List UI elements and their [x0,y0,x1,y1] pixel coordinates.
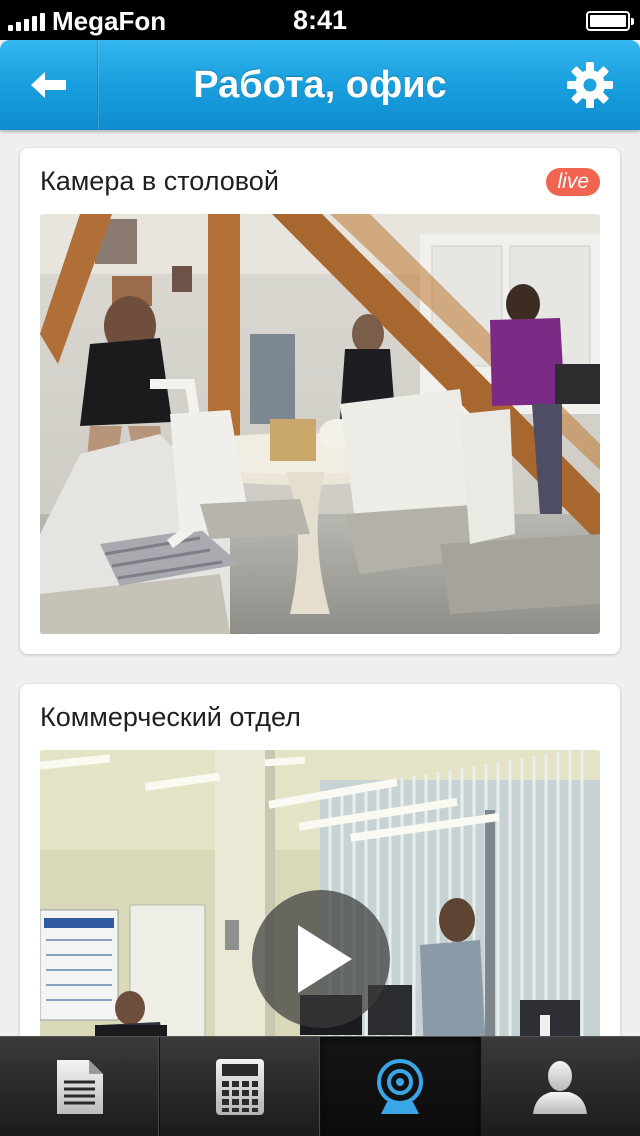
canteen-video-image [40,214,600,634]
status-bar: MegaFon 8:41 [0,0,640,40]
camera-card-commercial[interactable]: Коммерческий отдел [20,684,620,1036]
arrow-left-icon [31,72,66,98]
camera-feed-commercial[interactable] [40,750,600,1036]
camera-title: Камера в столовой [40,166,279,196]
webcam-icon [377,1058,424,1114]
camera-card-canteen[interactable]: Камера в столовой live [20,148,620,654]
settings-button[interactable] [540,40,640,130]
camera-list: Камера в столовой live Коммерческий отде… [0,130,640,1036]
tab-documents[interactable] [0,1037,161,1136]
nav-divider [97,40,99,130]
tab-cameras[interactable] [320,1037,481,1136]
back-button[interactable] [0,40,98,130]
document-icon [56,1059,103,1114]
play-icon [298,925,352,993]
camera-title: Коммерческий отдел [40,702,301,732]
status-time: 8:41 [292,5,348,35]
tab-bar [0,1036,640,1136]
calculator-icon [215,1058,264,1115]
gear-icon [567,62,613,108]
navigation-bar: Работа, офис [0,40,640,130]
tab-profile[interactable] [481,1037,640,1136]
user-icon [533,1060,588,1114]
page-title: Работа, офис [193,64,447,106]
tab-calculator[interactable] [160,1037,321,1136]
play-button[interactable] [252,890,390,1028]
battery-icon [586,11,634,31]
live-badge: live [546,168,600,196]
camera-feed-canteen[interactable] [40,214,600,634]
